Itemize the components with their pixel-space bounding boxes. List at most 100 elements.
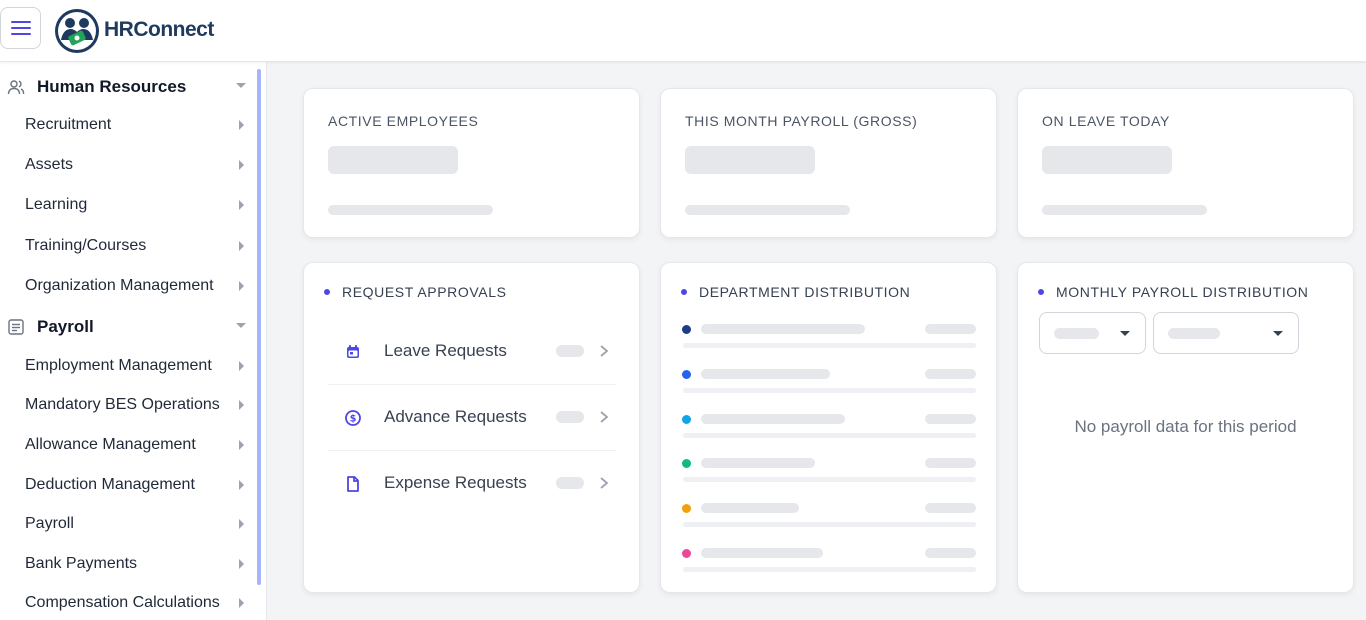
department-row (682, 323, 976, 349)
chevron-right-icon (239, 519, 244, 529)
loading-placeholder (925, 414, 976, 424)
hrconnect-logo-icon (55, 9, 99, 53)
sidebar-item-bank-payments[interactable]: Bank Payments (0, 547, 256, 581)
sidebar-scrollbar[interactable] (257, 69, 261, 585)
sidebar-item-label: Organization Management (25, 277, 214, 294)
chevron-down-icon (236, 83, 246, 88)
loading-placeholder (701, 503, 799, 513)
active-employees-card: ACTIVE EMPLOYEES (303, 88, 640, 238)
sidebar-item-label: Assets (25, 156, 74, 173)
chevron-right-icon (239, 120, 244, 130)
sidebar-section-payroll[interactable]: Payroll (0, 309, 256, 345)
legend-dot (682, 504, 691, 513)
count-badge-placeholder (556, 345, 584, 357)
chevron-down-icon (1273, 331, 1283, 336)
stat-title: ON LEAVE TODAY (1042, 113, 1170, 129)
legend-dot (682, 459, 691, 468)
loading-placeholder (328, 205, 493, 215)
chevron-right-icon (239, 559, 244, 569)
request-label: Leave Requests (384, 341, 507, 360)
document-icon (8, 319, 24, 335)
bullet-icon (1038, 289, 1044, 295)
progress-track (683, 522, 976, 527)
loading-placeholder (685, 146, 815, 174)
chevron-down-icon (236, 323, 246, 328)
loading-placeholder (1042, 146, 1172, 174)
chevron-right-icon (600, 411, 609, 423)
sidebar-item-payroll[interactable]: Payroll (0, 507, 256, 541)
loading-placeholder (701, 369, 830, 379)
legend-dot (682, 370, 691, 379)
app-brand-name: HRConnect (104, 18, 214, 41)
request-label: Expense Requests (384, 473, 527, 492)
sidebar-item-mandatory-bes-operations[interactable]: Mandatory BES Operations (0, 388, 256, 422)
progress-track (683, 388, 976, 393)
sidebar-item-label: Compensation Calculations (25, 594, 220, 611)
loading-placeholder (701, 414, 845, 424)
month-payroll-card: THIS MONTH PAYROLL (GROSS) (660, 88, 997, 238)
sidebar-item-compensation-calculations[interactable]: Compensation Calculations (0, 586, 256, 620)
sidebar-item-assets[interactable]: Assets (0, 148, 256, 182)
sidebar-item-recruitment[interactable]: Recruitment (0, 108, 256, 142)
sidebar-item-employment-management[interactable]: Employment Management (0, 349, 256, 383)
department-row (682, 368, 976, 394)
loading-placeholder (925, 369, 976, 379)
chevron-right-icon (600, 345, 609, 357)
request-label: Advance Requests (384, 407, 527, 426)
panel-title: DEPARTMENT DISTRIBUTION (699, 284, 911, 300)
users-icon (7, 80, 25, 95)
select-value-placeholder (1054, 328, 1099, 339)
advance-requests-row[interactable]: $ Advance Requests (328, 385, 616, 451)
leave-requests-row[interactable]: Leave Requests (328, 319, 616, 385)
svg-text:$: $ (350, 414, 357, 425)
hamburger-icon (10, 21, 31, 35)
sidebar-item-label: Mandatory BES Operations (25, 396, 220, 413)
month-select[interactable] (1039, 312, 1146, 354)
panel-header: MONTHLY PAYROLL DISTRIBUTION (1038, 284, 1309, 300)
loading-placeholder (701, 458, 815, 468)
loading-placeholder (1042, 205, 1207, 215)
sidebar-item-deduction-management[interactable]: Deduction Management (0, 468, 256, 502)
file-icon (347, 476, 359, 492)
sidebar-item-label: Employment Management (25, 357, 212, 374)
stat-title: ACTIVE EMPLOYEES (328, 113, 479, 129)
sidebar-item-label: Recruitment (25, 116, 112, 133)
monthly-payroll-panel: MONTHLY PAYROLL DISTRIBUTION No payroll … (1017, 262, 1354, 593)
loading-placeholder (328, 146, 458, 174)
count-badge-placeholder (556, 477, 584, 489)
sidebar-item-learning[interactable]: Learning (0, 188, 256, 222)
on-leave-today-card: ON LEAVE TODAY (1017, 88, 1354, 238)
sidebar-item-allowance-management[interactable]: Allowance Management (0, 428, 256, 462)
menu-toggle-button[interactable] (0, 7, 41, 49)
panel-header: REQUEST APPROVALS (324, 284, 507, 300)
sidebar-item-training-courses[interactable]: Training/Courses (0, 229, 256, 263)
sidebar-item-organization-management[interactable]: Organization Management (0, 269, 256, 303)
department-row (682, 547, 976, 573)
sidebar-section-human-resources[interactable]: Human Resources (0, 69, 256, 105)
progress-track (683, 433, 976, 438)
department-row (682, 457, 976, 483)
empty-state-message: No payroll data for this period (1074, 417, 1297, 436)
loading-placeholder (925, 458, 976, 468)
chevron-right-icon (600, 477, 609, 489)
bullet-icon (681, 289, 687, 295)
year-select[interactable] (1153, 312, 1299, 354)
sidebar-item-label: Learning (25, 196, 88, 213)
panel-header: DEPARTMENT DISTRIBUTION (681, 284, 910, 300)
sidebar-item-label: Allowance Management (25, 436, 196, 453)
legend-dot (682, 325, 691, 334)
bullet-icon (324, 289, 330, 295)
legend-dot (682, 415, 691, 424)
panel-title: REQUEST APPROVALS (342, 284, 507, 300)
loading-placeholder (925, 548, 976, 558)
sidebar-item-label: Bank Payments (25, 555, 138, 572)
sidebar-section-label: Payroll (37, 317, 94, 336)
progress-track (683, 567, 976, 572)
count-badge-placeholder (556, 411, 584, 423)
request-approvals-panel: REQUEST APPROVALS Leave Requests $ Advan… (303, 262, 640, 593)
chevron-right-icon (239, 598, 244, 608)
dollar-circle-icon: $ (345, 410, 361, 426)
chevron-down-icon (1120, 331, 1130, 336)
expense-requests-row[interactable]: Expense Requests (328, 451, 616, 517)
chevron-right-icon (239, 241, 244, 251)
